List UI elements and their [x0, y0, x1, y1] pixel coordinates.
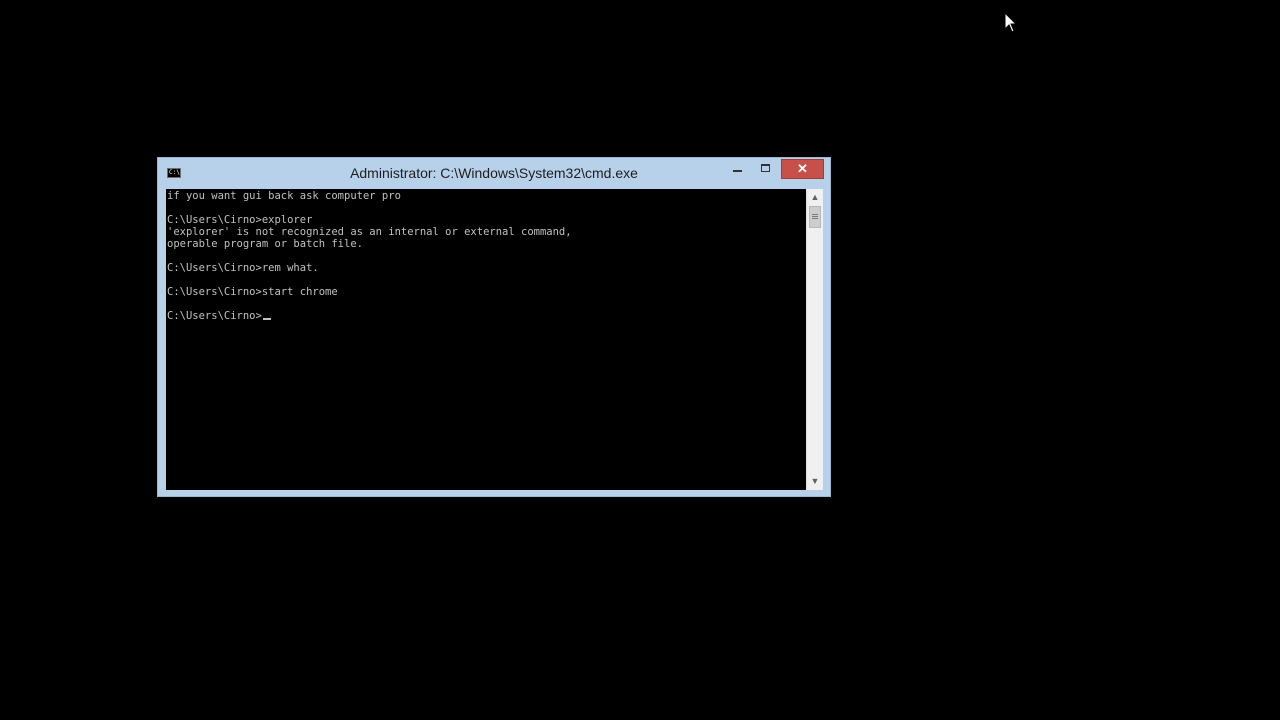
cmd-window[interactable]: Administrator: C:\Windows\System32\cmd.e…: [157, 157, 831, 497]
thumb-grip: [812, 214, 818, 215]
prompt-text: C:\Users\Cirno>: [167, 310, 262, 322]
maximize-button[interactable]: [752, 159, 780, 179]
minimize-button[interactable]: [724, 159, 750, 179]
close-button[interactable]: ✕: [781, 159, 824, 179]
scroll-thumb[interactable]: [809, 206, 821, 228]
minimize-icon: [733, 170, 742, 172]
chevron-down-icon[interactable]: ▼: [807, 473, 823, 490]
console-line: 'explorer' is not recognized as an inter…: [167, 226, 572, 238]
thumb-grip: [812, 216, 818, 217]
prompt-line[interactable]: C:\Users\Cirno>: [167, 310, 271, 322]
console-line: if you want gui back ask computer pro: [167, 190, 401, 202]
console-line: C:\Users\Cirno>explorer: [167, 214, 313, 226]
text-cursor: [262, 318, 271, 320]
console-line: C:\Users\Cirno>rem what.: [167, 262, 319, 274]
vertical-scrollbar[interactable]: ▲ ▼: [806, 189, 823, 490]
cmd-app-icon[interactable]: C:\: [167, 168, 181, 178]
mouse-pointer-icon: [1004, 12, 1018, 33]
chevron-up-icon[interactable]: ▲: [807, 189, 823, 206]
console-line: operable program or batch file.: [167, 238, 363, 250]
title-bar[interactable]: Administrator: C:\Windows\System32\cmd.e…: [158, 158, 830, 189]
console-output[interactable]: if you want gui back ask computer pro C:…: [166, 189, 806, 490]
console-line: C:\Users\Cirno>start chrome: [167, 286, 338, 298]
thumb-grip: [812, 218, 818, 219]
close-icon: ✕: [797, 161, 808, 176]
desktop: Administrator: C:\Windows\System32\cmd.e…: [0, 0, 1280, 720]
maximize-icon: [761, 164, 770, 172]
